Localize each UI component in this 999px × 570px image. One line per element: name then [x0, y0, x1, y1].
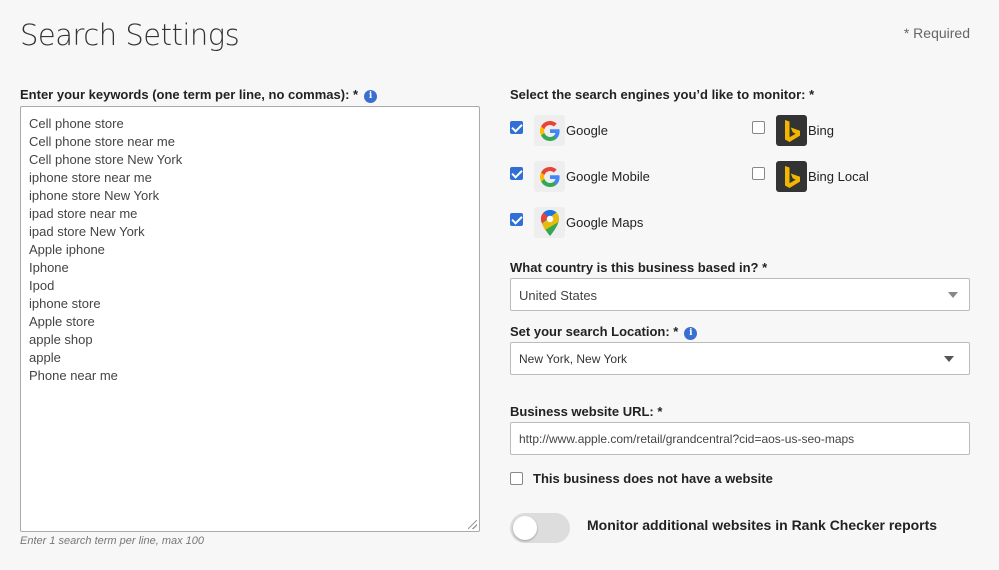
keyword-line: apple [29, 350, 61, 365]
keyword-line: Phone near me [29, 368, 118, 383]
location-value: New York, New York [519, 352, 628, 366]
keyword-line: Cell phone store New York [29, 152, 183, 167]
info-icon[interactable]: i [684, 327, 698, 340]
monitor-toggle-label: Monitor additional websites in Rank Chec… [587, 517, 938, 533]
keyword-line: ipad store New York [29, 224, 145, 239]
engine-google-maps-checkbox[interactable] [510, 213, 523, 226]
google-icon [534, 115, 565, 146]
keywords-hint: Enter 1 search term per line, max 100 [20, 535, 205, 547]
location-label: Set your search Location: * [510, 324, 679, 339]
location-label-row: Set your search Location: * i [510, 323, 698, 341]
keyword-line: ipad store near me [29, 206, 138, 221]
required-note: * Required [903, 25, 970, 41]
keywords-list: Cell phone store Cell phone store near me… [29, 115, 471, 385]
info-icon[interactable]: i [364, 90, 378, 103]
website-url-input[interactable]: http://www.apple.com/retail/grandcentral… [510, 422, 970, 455]
engine-google-mobile[interactable]: Google Mobile [510, 161, 730, 193]
keyword-line: Apple iphone [29, 242, 105, 257]
engine-google[interactable]: Google [510, 115, 730, 147]
engine-google-maps[interactable]: Google Maps [510, 207, 730, 239]
keyword-line: iphone store New York [29, 188, 160, 203]
keyword-line: Iphone [29, 260, 69, 275]
bing-icon [776, 115, 807, 146]
resize-grip-icon[interactable] [468, 520, 477, 529]
keyword-line: Ipod [29, 278, 55, 293]
bing-icon [776, 161, 807, 192]
country-select[interactable]: United States [510, 278, 970, 311]
engine-google-mobile-checkbox[interactable] [510, 167, 523, 180]
google-maps-icon [534, 207, 565, 238]
chevron-down-icon [948, 292, 958, 298]
engine-google-maps-label: Google Maps [566, 215, 644, 230]
no-website-checkbox[interactable] [510, 472, 523, 485]
engine-bing-label: Bing [808, 123, 835, 138]
keywords-label: Enter your keywords (one term per line, … [20, 87, 359, 102]
location-select[interactable]: New York, New York [510, 342, 970, 375]
engine-google-mobile-label: Google Mobile [566, 169, 650, 184]
page-title: Search Settings [20, 18, 240, 52]
toggle-knob [513, 516, 537, 540]
engines-label: Select the search engines you’d like to … [510, 87, 815, 102]
chevron-down-icon [944, 356, 954, 362]
country-label: What country is this business based in? … [510, 260, 768, 275]
keywords-label-row: Enter your keywords (one term per line, … [20, 86, 378, 104]
engine-google-label: Google [566, 123, 608, 138]
website-label: Business website URL: * [510, 404, 663, 419]
country-value: United States [519, 288, 598, 303]
engine-bing-local-label: Bing Local [808, 169, 869, 184]
engine-bing[interactable]: Bing [752, 115, 952, 147]
engine-bing-local-checkbox[interactable] [752, 167, 765, 180]
engine-bing-checkbox[interactable] [752, 121, 765, 134]
keyword-line: iphone store [29, 296, 101, 311]
no-website-option[interactable]: This business does not have a website [510, 471, 773, 486]
keywords-textarea[interactable]: Cell phone store Cell phone store near me… [20, 106, 480, 532]
engine-bing-local[interactable]: Bing Local [752, 161, 952, 193]
no-website-label: This business does not have a website [533, 471, 773, 486]
engine-google-checkbox[interactable] [510, 121, 523, 134]
keyword-line: Cell phone store [29, 116, 124, 131]
keyword-line: iphone store near me [29, 170, 152, 185]
keyword-line: apple shop [29, 332, 93, 347]
monitor-toggle[interactable] [510, 513, 570, 543]
keyword-line: Apple store [29, 314, 95, 329]
keyword-line: Cell phone store near me [29, 134, 175, 149]
google-icon [534, 161, 565, 192]
